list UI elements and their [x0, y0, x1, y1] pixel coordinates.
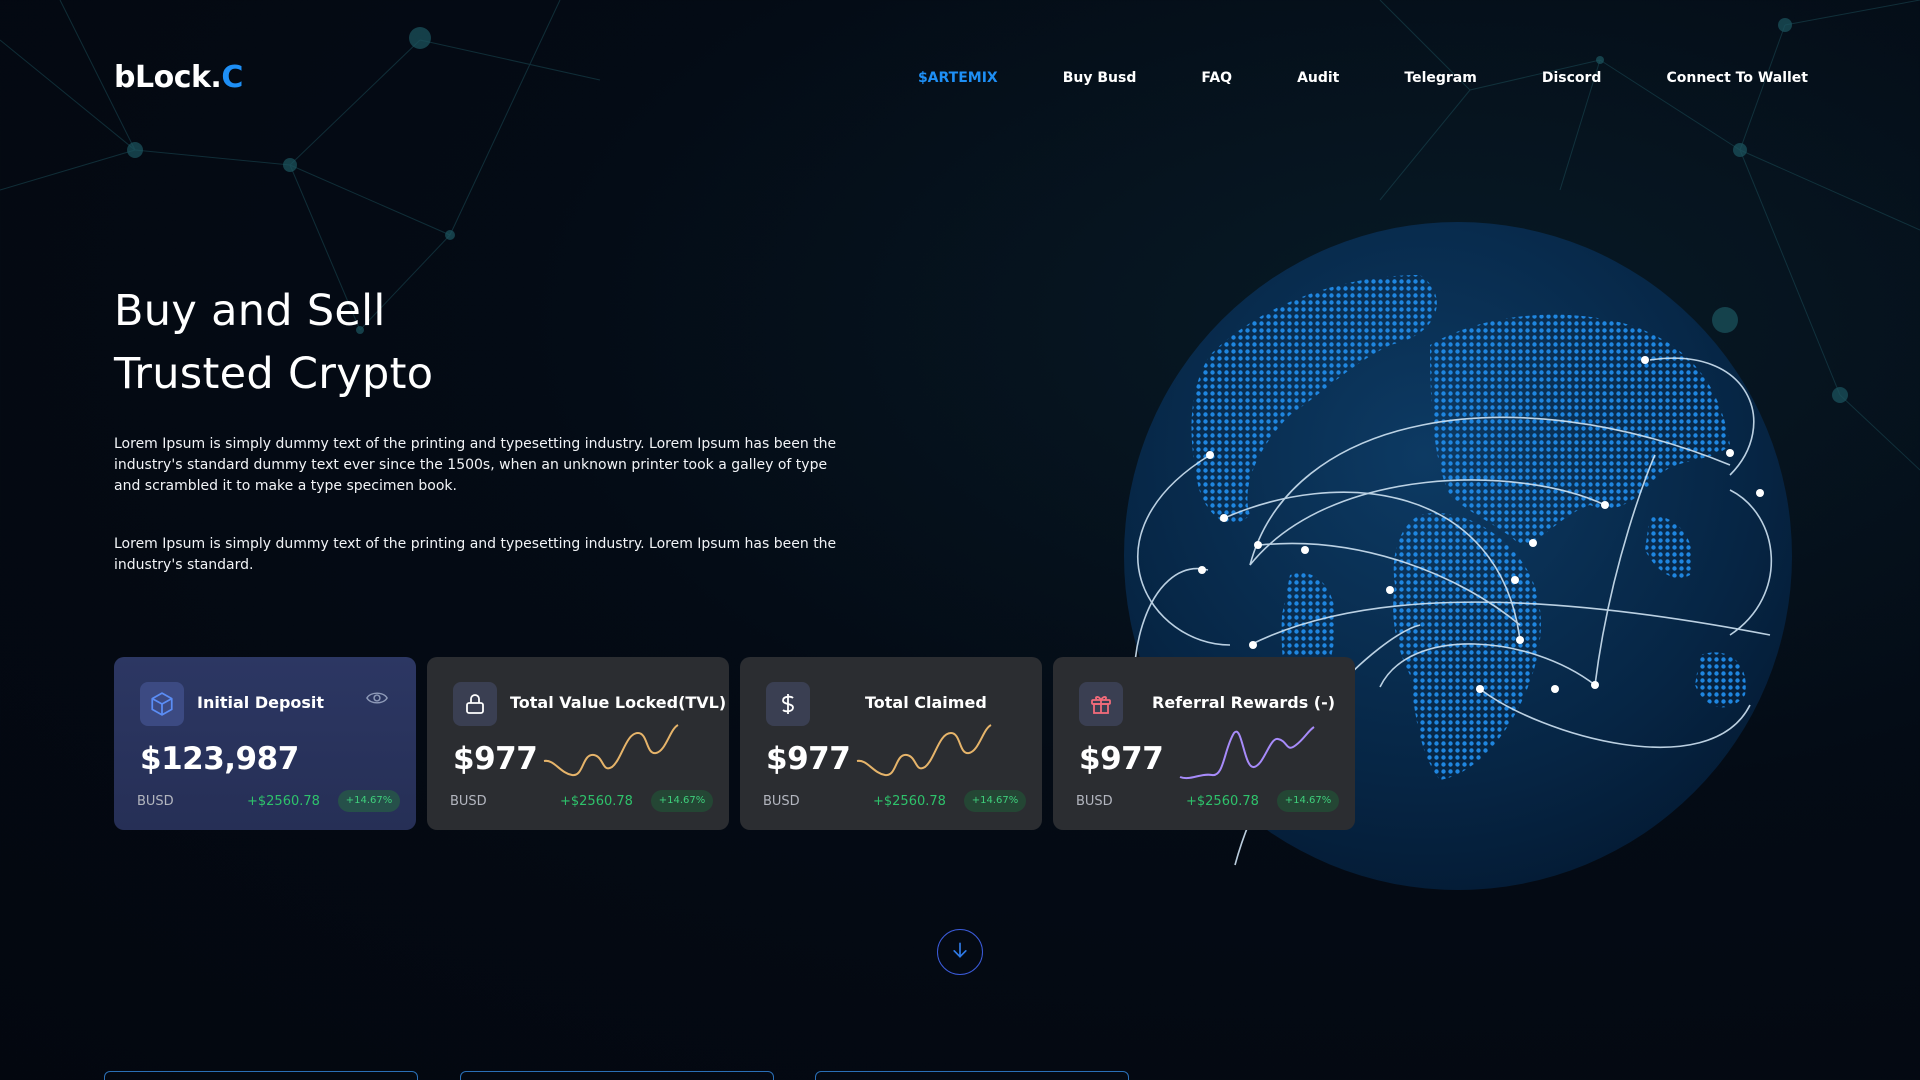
sparkline-chart — [1179, 726, 1315, 780]
logo-main: bLock. — [114, 60, 222, 95]
card-referral-rewards[interactable]: Referral Rewards (-) $977 BUSD +$2560.78… — [1053, 657, 1355, 830]
card-delta: +$2560.78 — [560, 794, 633, 809]
card-title: Initial Deposit — [197, 693, 325, 712]
card-unit: BUSD — [1076, 794, 1113, 809]
cube-icon — [140, 682, 184, 726]
card-title: Total Claimed — [865, 693, 987, 712]
nav-telegram[interactable]: Telegram — [1404, 70, 1476, 86]
section-box-2 — [460, 1071, 774, 1080]
nav-connect-wallet[interactable]: Connect To Wallet — [1666, 70, 1808, 86]
card-total-value-locked[interactable]: Total Value Locked(TVL) $977 BUSD +$2560… — [427, 657, 729, 830]
card-percent-badge: +14.67% — [338, 790, 400, 812]
card-initial-deposit[interactable]: Initial Deposit $123,987 BUSD +$2560.78 … — [114, 657, 416, 830]
card-delta: +$2560.78 — [873, 794, 946, 809]
lock-icon — [453, 682, 497, 726]
nav-audit[interactable]: Audit — [1297, 70, 1339, 86]
nav-buy-busd[interactable]: Buy Busd — [1063, 70, 1137, 86]
card-unit: BUSD — [450, 794, 487, 809]
section-box-1 — [104, 1071, 418, 1080]
sparkline-chart — [856, 724, 992, 777]
hero-title-line1: Buy and Sell — [114, 286, 386, 336]
hero-paragraph-2: Lorem Ipsum is simply dummy text of the … — [114, 536, 837, 573]
sparkline-chart — [543, 724, 679, 777]
card-value: $123,987 — [140, 741, 299, 777]
card-unit: BUSD — [137, 794, 174, 809]
dollar-icon — [766, 682, 810, 726]
card-value: $977 — [1079, 741, 1164, 777]
hero-title-line2: Trusted Crypto — [114, 349, 434, 399]
logo[interactable]: bLock.C — [114, 60, 243, 95]
scroll-down-button[interactable] — [937, 929, 983, 975]
card-percent-badge: +14.67% — [1277, 790, 1339, 812]
hero-title: Buy and Sell Trusted Crypto — [114, 280, 433, 406]
main-nav: $ARTEMIX Buy Busd FAQ Audit Telegram Dis… — [853, 70, 1808, 86]
hero-paragraph-1: Lorem Ipsum is simply dummy text of the … — [114, 436, 837, 494]
card-delta: +$2560.78 — [1186, 794, 1259, 809]
card-unit: BUSD — [763, 794, 800, 809]
card-title: Total Value Locked(TVL) — [510, 693, 727, 712]
nav-faq[interactable]: FAQ — [1201, 70, 1232, 86]
card-percent-badge: +14.67% — [964, 790, 1026, 812]
card-total-claimed[interactable]: Total Claimed $977 BUSD +$2560.78 +14.67… — [740, 657, 1042, 830]
arrow-down-icon — [950, 940, 970, 964]
nav-artemix[interactable]: $ARTEMIX — [918, 70, 998, 86]
card-value: $977 — [453, 741, 538, 777]
gift-icon — [1079, 682, 1123, 726]
card-delta: +$2560.78 — [247, 794, 320, 809]
card-value: $977 — [766, 741, 851, 777]
eye-icon[interactable] — [366, 690, 388, 710]
stats-cards: Initial Deposit $123,987 BUSD +$2560.78 … — [114, 657, 1355, 830]
card-title: Referral Rewards (-) — [1152, 693, 1336, 712]
logo-accent: C — [221, 60, 243, 95]
card-percent-badge: +14.67% — [651, 790, 713, 812]
section-box-3 — [815, 1071, 1129, 1080]
nav-discord[interactable]: Discord — [1542, 70, 1602, 86]
